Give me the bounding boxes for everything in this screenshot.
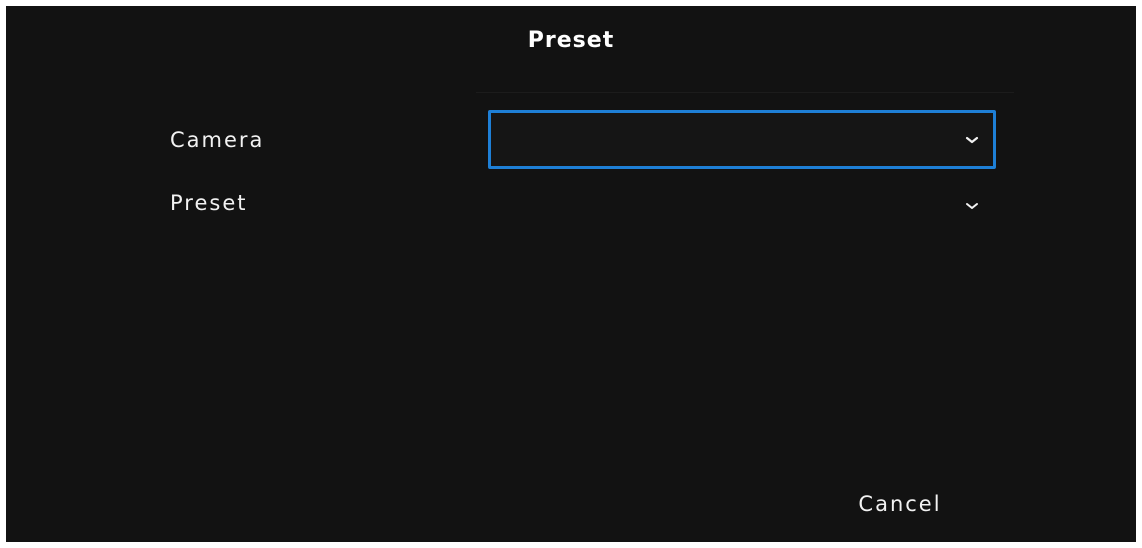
preset-dialog: Preset Camera Preset Cancel bbox=[6, 6, 1136, 542]
camera-select[interactable] bbox=[488, 110, 996, 169]
title-divider bbox=[476, 92, 1014, 93]
chevron-down-icon bbox=[965, 201, 979, 211]
dialog-title: Preset bbox=[527, 28, 615, 53]
preset-select[interactable] bbox=[488, 186, 996, 226]
chevron-down-icon bbox=[965, 135, 979, 145]
preset-label: Preset bbox=[170, 191, 248, 215]
camera-label: Camera bbox=[170, 128, 265, 152]
cancel-button[interactable]: Cancel bbox=[844, 484, 956, 524]
